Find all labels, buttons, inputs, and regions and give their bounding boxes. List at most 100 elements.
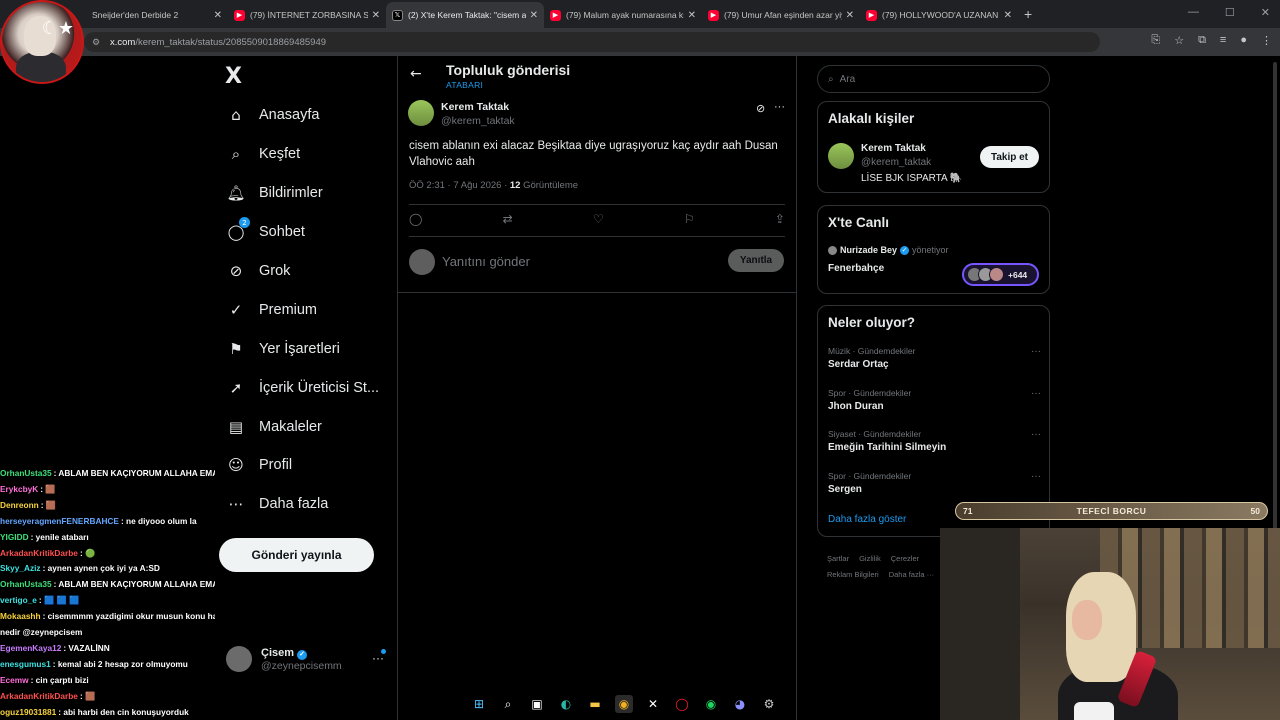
profile-avatar-icon[interactable]: ●	[1240, 34, 1247, 47]
browser-tab[interactable]: ▶ (79) Malum ayak numarasına kı ✕	[544, 2, 702, 28]
x-logo[interactable]: X	[225, 64, 242, 89]
chat-username[interactable]: Mokaashh	[0, 611, 41, 621]
minimize-icon[interactable]: —	[1188, 6, 1199, 19]
discord-icon[interactable]: ◕	[731, 695, 749, 713]
sidebar-item-profile[interactable]: ☺ Profil	[218, 446, 388, 485]
chat-username[interactable]: herseyeragmenFENERBAHCE	[0, 516, 119, 526]
trend-item[interactable]: Siyaset · Gündemdekiler Emeğin Tarihini S…	[828, 429, 1041, 453]
sidebar-item-rocket[interactable]: ➚ İçerik Üreticisi St...	[218, 368, 388, 407]
footer-link[interactable]: Çerezler	[891, 554, 919, 563]
sidebar-item-verified[interactable]: ✓ Premium	[218, 290, 388, 329]
chat-username[interactable]: YIGIDD	[0, 532, 29, 542]
chat-username[interactable]: OrhanUsta35	[0, 468, 52, 478]
close-window-icon[interactable]: ✕	[1261, 6, 1270, 19]
browser-tab[interactable]: 𝕏 (2) X'te Kerem Taktak: "cisem ab ✕	[386, 2, 544, 28]
sidebar-item-search[interactable]: ⌕ Keşfet	[218, 135, 388, 174]
opera-icon[interactable]: ◯	[673, 695, 691, 713]
tab-close-icon[interactable]: ✕	[688, 10, 696, 21]
show-more-link[interactable]: Daha fazla göster	[828, 514, 906, 525]
tweet-author-handle[interactable]: @kerem_taktak	[441, 115, 515, 127]
bookmark-icon[interactable]: ⚐	[684, 212, 695, 226]
tab-close-icon[interactable]: ✕	[1004, 10, 1012, 21]
related-avatar[interactable]	[828, 143, 854, 169]
trend-more-icon[interactable]: ···	[1031, 346, 1041, 357]
tab-close-icon[interactable]: ✕	[372, 10, 380, 21]
windows-start-icon[interactable]: ⊞	[470, 695, 488, 713]
chat-username[interactable]: oguz19031881	[0, 707, 56, 717]
settings-app-icon[interactable]: ⚙	[760, 695, 778, 713]
trend-more-icon[interactable]: ···	[1031, 429, 1041, 440]
extensions-icon[interactable]: ⧉	[1198, 34, 1206, 47]
chat-username[interactable]: enesgumus1	[0, 659, 51, 669]
sidebar-item-grok[interactable]: ⊘ Grok	[218, 252, 388, 291]
trend-more-icon[interactable]: ···	[1031, 471, 1041, 482]
maximize-icon[interactable]: ☐	[1225, 6, 1235, 19]
footer-link[interactable]: Reklam Bilgileri	[827, 570, 879, 579]
reply-button[interactable]: Yanıtla	[728, 249, 784, 272]
tab-close-icon[interactable]: ✕	[214, 10, 222, 21]
search-input[interactable]: ⌕ Ara	[817, 65, 1050, 93]
grok-explain-icon[interactable]: ⊘	[756, 102, 765, 115]
like-icon[interactable]: ♡	[593, 212, 604, 226]
browser-tab[interactable]: Sneijder'den Derbide 2 ✕	[70, 2, 228, 28]
chat-username[interactable]: ArkadanKritikDarbe	[0, 691, 78, 701]
chat-username[interactable]: EgemenKaya12	[0, 643, 61, 653]
trend-item[interactable]: Spor · Gündemdekiler Sergen ···	[828, 471, 1041, 495]
browser-menu-icon[interactable]: ⋮	[1261, 34, 1272, 47]
footer-link[interactable]: Gizlilik	[859, 554, 881, 563]
account-switcher[interactable]: Çisem ✓ @zeynepcisemm ···	[226, 643, 386, 675]
edge-icon[interactable]: ◐	[557, 695, 575, 713]
footer-link[interactable]: Daha fazla ···	[889, 570, 934, 579]
browser-tab[interactable]: ▶ (79) Umur Afan eşinden azar yiy ✕	[702, 2, 860, 28]
tab-close-icon[interactable]: ✕	[530, 10, 538, 21]
tweet-more-icon[interactable]: ···	[774, 101, 785, 113]
reply-icon[interactable]: ◯	[409, 212, 422, 226]
task-view-icon[interactable]: ▣	[528, 695, 546, 713]
chrome-icon[interactable]: ◉	[615, 695, 633, 713]
chat-username[interactable]: ArkadanKritikDarbe	[0, 548, 78, 558]
related-name[interactable]: Kerem Taktak	[861, 143, 926, 154]
new-tab-button[interactable]: +	[1024, 6, 1032, 22]
listeners-pill[interactable]: +644	[962, 263, 1039, 286]
tab-close-icon[interactable]: ✕	[846, 10, 854, 21]
chat-username[interactable]: ErykcbyK	[0, 484, 38, 494]
related-handle[interactable]: @kerem_taktak	[861, 157, 931, 168]
spotify-icon[interactable]: ◉	[702, 695, 720, 713]
chat-username[interactable]: OrhanUsta35	[0, 579, 52, 589]
share-icon[interactable]: ⇪	[775, 212, 785, 226]
tweet-time[interactable]: ÖÖ 2:31 · 7 Ağu 2026 ·	[409, 180, 510, 191]
live-host[interactable]: Nurizade Bey ✓ yönetiyor	[828, 245, 949, 255]
media-icon[interactable]: ≡	[1220, 34, 1226, 47]
community-name[interactable]: ATABARI	[446, 80, 483, 90]
sidebar-item-bookmark[interactable]: ⚑ Yer İşaretleri	[218, 329, 388, 368]
search-taskbar-icon[interactable]: ⌕	[499, 695, 517, 713]
site-info-icon[interactable]: ⚙	[92, 37, 102, 48]
bookmark-star-icon[interactable]: ☆	[1174, 34, 1184, 47]
retweet-icon[interactable]: ⇄	[503, 212, 513, 226]
trend-item[interactable]: Spor · Gündemdekiler Jhon Duran ···	[828, 388, 1041, 412]
browser-tab[interactable]: ▶ (79) HOLLYWOOD'A UZANAN Y ✕	[860, 2, 1018, 28]
chat-username[interactable]: vertigo_e	[0, 595, 37, 605]
footer-link[interactable]: Şartlar	[827, 554, 849, 563]
trend-item[interactable]: Müzik · Gündemdekiler Serdar Ortaç ···	[828, 346, 1041, 370]
reply-input[interactable]: Yanıtını gönder	[442, 254, 530, 269]
back-arrow-icon[interactable]: ←	[410, 66, 422, 82]
chat-username[interactable]: Skyy_Aziz	[0, 563, 41, 573]
install-icon[interactable]: ⎘	[1151, 34, 1160, 47]
sidebar-item-bell[interactable]: 🔔︎ Bildirimler	[218, 174, 388, 213]
sidebar-item-more[interactable]: ⋯ Daha fazla	[218, 485, 388, 524]
tweet-avatar[interactable]	[408, 100, 434, 126]
browser-tab[interactable]: ▶ (79) İNTERNET ZORBASINA SÖ ✕	[228, 2, 386, 28]
tweet-author-name[interactable]: Kerem Taktak	[441, 101, 509, 113]
sidebar-item-chat[interactable]: ◯ 2 Sohbet	[218, 213, 388, 252]
chat-username[interactable]: Ecemw	[0, 675, 29, 685]
space-name[interactable]: Fenerbahçe	[828, 263, 884, 274]
file-explorer-icon[interactable]: ▬	[586, 695, 604, 713]
follow-button[interactable]: Takip et	[980, 146, 1039, 168]
sidebar-item-home[interactable]: ⌂ Anasayfa	[218, 96, 388, 135]
x-app-icon[interactable]: ✕	[644, 695, 662, 713]
omnibox[interactable]: ⚙ x.com/kerem_taktak/status/208550901886…	[84, 32, 1100, 52]
trend-more-icon[interactable]: ···	[1031, 388, 1041, 399]
post-button[interactable]: Gönderi yayınla	[219, 538, 374, 572]
chat-username[interactable]: Denreonn	[0, 500, 39, 510]
